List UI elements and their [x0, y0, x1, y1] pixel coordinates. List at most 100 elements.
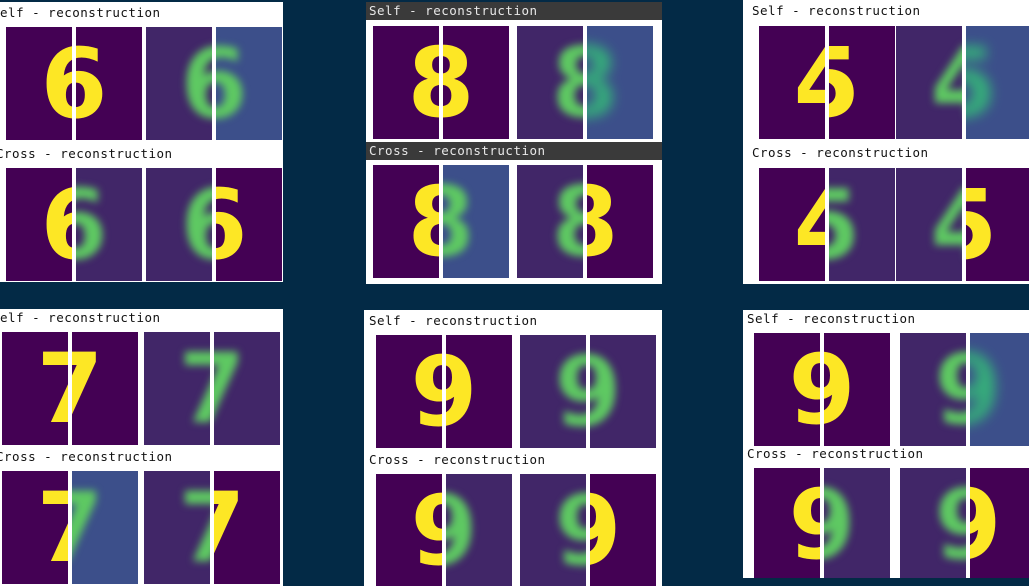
digit-image: 9 — [520, 474, 586, 586]
recon-left-half: 6 — [146, 27, 212, 140]
digit-image: 9 — [446, 474, 512, 586]
digit-image: 9 — [900, 333, 966, 446]
cross-reconstruction-label: Cross - reconstruction — [752, 145, 929, 160]
self-reconstruction-label: Self - reconstruction — [0, 310, 161, 325]
input-right-half: 5 — [966, 168, 1029, 281]
digit-image: 7 — [144, 471, 210, 584]
self-pair-1: 9 9 — [754, 333, 892, 446]
digit-image: 9 — [376, 474, 442, 586]
digit-image: 6 — [6, 27, 72, 140]
cross-reconstruction-label: Cross - reconstruction — [369, 452, 546, 467]
digit-image: 8 — [443, 26, 509, 139]
input-right-half: 9 — [590, 474, 656, 586]
digit-image: 5 — [829, 168, 895, 281]
input-left-half: 4 — [759, 26, 825, 139]
digit-image: 7 — [214, 332, 280, 445]
digit-image: 6 — [216, 27, 282, 140]
digit-image: 7 — [2, 332, 68, 445]
recon-right-half: 6 — [76, 168, 142, 281]
cross-reconstruction-label: Cross - reconstruction — [747, 446, 924, 461]
split-divider — [72, 168, 76, 281]
digit-image: 9 — [900, 468, 966, 579]
split-divider — [586, 474, 590, 586]
split-divider — [442, 474, 446, 586]
split-divider — [68, 332, 72, 445]
input-left-half: 8 — [373, 26, 439, 139]
split-divider — [820, 333, 824, 446]
cross-pair-2: 6 6 — [146, 168, 283, 281]
self-reconstruction-label: Self - reconstruction — [747, 311, 916, 326]
recon-left-half: 9 — [520, 474, 586, 586]
split-divider — [210, 332, 214, 445]
self-pair-1: 4 5 — [759, 26, 897, 139]
panel-bottom-left: Self - reconstruction 7 7 7 7 Cross - re… — [0, 309, 283, 586]
cross-pair-1: 4 5 — [759, 168, 897, 281]
self-pair-1: 8 8 — [373, 26, 511, 139]
recon-right-half: 6 — [216, 27, 282, 140]
recon-left-half: 7 — [144, 471, 210, 584]
split-divider — [439, 26, 443, 139]
split-divider — [68, 471, 72, 584]
recon-right-half: 9 — [590, 335, 656, 448]
digit-image: 5 — [966, 26, 1029, 139]
recon-left-half: 9 — [900, 468, 966, 578]
split-divider — [586, 335, 590, 448]
input-left-half: 9 — [376, 335, 442, 448]
digit-image: 6 — [146, 27, 212, 140]
split-divider — [583, 26, 587, 139]
split-divider — [210, 471, 214, 584]
panel-bottom-right: Self - reconstruction 9 9 9 9 Cross - re… — [743, 310, 1029, 578]
digit-image: 8 — [443, 165, 509, 278]
split-divider — [966, 468, 970, 578]
cross-reconstruction-label: Cross - reconstruction — [366, 142, 662, 160]
cross-pair-2: 8 8 — [517, 165, 655, 278]
split-divider — [212, 168, 216, 281]
digit-image: 9 — [446, 335, 512, 448]
self-pair-2: 7 7 — [144, 332, 282, 445]
self-pair-2: 6 6 — [146, 27, 283, 140]
digit-image: 8 — [373, 26, 439, 139]
recon-right-half: 5 — [966, 26, 1029, 139]
split-divider — [439, 165, 443, 278]
recon-left-half: 4 — [896, 26, 962, 139]
cross-pair-1: 9 9 — [754, 468, 892, 578]
digit-image: 5 — [829, 26, 895, 139]
self-pair-2: 9 9 — [520, 335, 658, 448]
recon-right-half: 7 — [72, 471, 138, 584]
split-divider — [966, 333, 970, 446]
digit-image: 9 — [520, 335, 586, 448]
self-pair-1: 6 6 — [6, 27, 144, 140]
split-divider — [825, 168, 829, 281]
digit-image: 9 — [754, 468, 820, 579]
split-divider — [72, 27, 76, 140]
digit-image: 9 — [824, 333, 890, 446]
input-left-half: 4 — [759, 168, 825, 281]
self-reconstruction-label: Self - reconstruction — [366, 2, 662, 20]
input-right-half: 6 — [76, 27, 142, 140]
recon-right-half: 9 — [824, 468, 890, 578]
digit-image: 7 — [214, 471, 280, 584]
recon-left-half: 7 — [144, 332, 210, 445]
digit-image: 9 — [824, 468, 890, 579]
input-right-half: 7 — [72, 332, 138, 445]
cross-pair-1: 6 6 — [6, 168, 144, 281]
panel-bottom-middle: Self - reconstruction 9 9 9 9 Cross - re… — [364, 310, 662, 586]
recon-left-half: 8 — [517, 26, 583, 139]
self-pair-2: 4 5 — [896, 26, 1029, 139]
digit-image: 6 — [76, 27, 142, 140]
digit-image: 4 — [896, 168, 962, 281]
input-left-half: 8 — [373, 165, 439, 278]
digit-image: 7 — [72, 471, 138, 584]
digit-image: 9 — [970, 333, 1029, 446]
digit-image: 9 — [590, 474, 656, 586]
input-right-half: 5 — [829, 26, 895, 139]
input-left-half: 9 — [754, 468, 820, 578]
recon-right-half: 7 — [214, 332, 280, 445]
input-left-half: 7 — [2, 471, 68, 584]
self-reconstruction-label: Self - reconstruction — [752, 3, 921, 18]
input-left-half: 9 — [754, 333, 820, 446]
cross-pair-1: 7 7 — [2, 471, 140, 584]
input-left-half: 6 — [6, 27, 72, 140]
self-pair-2: 8 8 — [517, 26, 655, 139]
digit-image: 8 — [587, 26, 653, 139]
